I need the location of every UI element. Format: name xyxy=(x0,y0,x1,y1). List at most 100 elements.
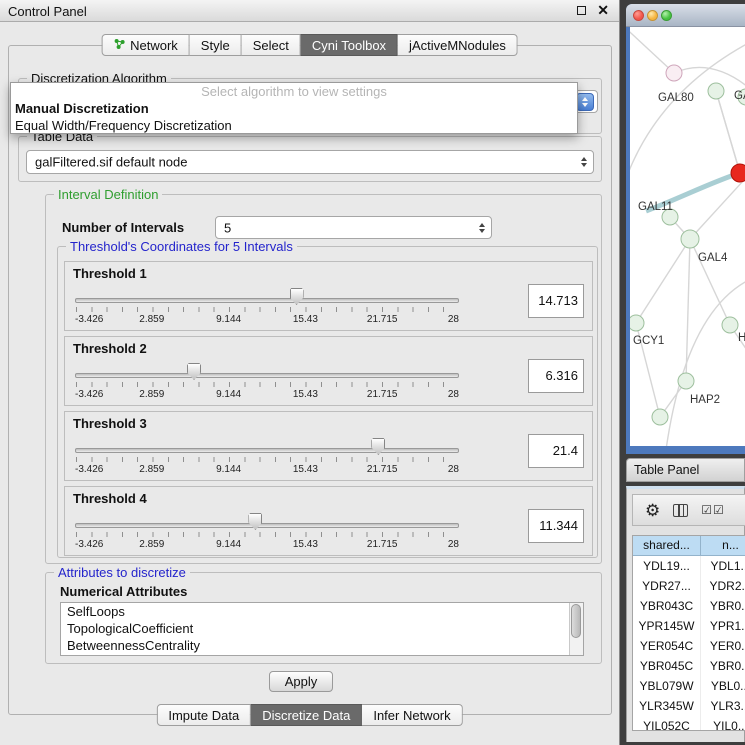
table-cell[interactable]: YBR043C xyxy=(633,596,701,616)
close-icon[interactable]: ✕ xyxy=(597,5,609,16)
control-panel-titlebar[interactable]: Control Panel ✕ xyxy=(0,0,619,22)
column-header-name[interactable]: n... xyxy=(701,536,745,556)
select-columns-icon[interactable]: ☑☑ xyxy=(701,503,725,517)
threshold-value-field[interactable]: 14.713 xyxy=(528,284,584,318)
table-row[interactable]: YBL079WYBL0... xyxy=(633,676,745,696)
network-edge[interactable] xyxy=(630,37,745,217)
network-node-label: GAL80 xyxy=(658,92,694,104)
table-cell[interactable]: YDR27... xyxy=(633,576,701,596)
zoom-traffic-light-icon[interactable] xyxy=(661,10,672,21)
table-cell[interactable]: YPR145W xyxy=(633,616,701,636)
attribute-list-item[interactable]: SelfLoops xyxy=(61,603,583,620)
network-node[interactable] xyxy=(678,373,694,389)
tab-network[interactable]: Network xyxy=(101,34,190,56)
list-scrollbar[interactable] xyxy=(569,603,583,655)
scale-label: 21.715 xyxy=(367,464,398,475)
scale-label: 2.859 xyxy=(139,314,164,325)
dropdown-item[interactable]: Equal Width/Frequency Discretization xyxy=(11,117,577,134)
column-settings-icon[interactable] xyxy=(673,504,688,517)
threshold-value-field[interactable]: 21.4 xyxy=(528,434,584,468)
slider-track[interactable] xyxy=(75,523,459,528)
attribute-list-item[interactable]: BetweennessCentrality xyxy=(61,637,583,654)
tab-cyni-toolbox[interactable]: Cyni Toolbox xyxy=(301,34,398,56)
threshold-slider[interactable]: -3.4262.8599.14415.4321.71528 xyxy=(75,361,459,403)
threshold-value-field[interactable]: 6.316 xyxy=(528,359,584,393)
combo-stepper-icon[interactable] xyxy=(576,93,594,111)
numerical-attributes-list[interactable]: SelfLoopsTopologicalCoefficientBetweenne… xyxy=(60,602,584,656)
network-node[interactable] xyxy=(731,164,745,182)
table-cell[interactable]: YIL052C xyxy=(633,716,701,731)
network-node-label: GCY1 xyxy=(633,335,664,347)
float-window-icon[interactable] xyxy=(577,6,586,15)
dropdown-placeholder: Select algorithm to view settings xyxy=(11,83,577,100)
tab-impute-data[interactable]: Impute Data xyxy=(156,704,251,726)
table-row[interactable]: YER054CYER0... xyxy=(633,636,745,656)
network-canvas[interactable]: GAL80GAGAL11GAL4GCY1HHAP2 xyxy=(630,27,745,446)
table-cell[interactable]: YBL079W xyxy=(633,676,701,696)
network-edge[interactable] xyxy=(674,67,745,87)
table-cell[interactable]: YBR0... xyxy=(701,596,745,616)
tab-style[interactable]: Style xyxy=(190,34,242,56)
table-row[interactable]: YLR345WYLR3... xyxy=(633,696,745,716)
table-cell[interactable]: YLR345W xyxy=(633,696,701,716)
slider-track[interactable] xyxy=(75,373,459,378)
table-panel-title: Table Panel xyxy=(634,463,699,477)
table-cell[interactable]: YLR3... xyxy=(701,696,745,716)
minimize-traffic-light-icon[interactable] xyxy=(647,10,658,21)
table-cell[interactable]: YIL0... xyxy=(701,716,745,731)
combo-arrows-icon xyxy=(581,157,587,167)
table-cell[interactable]: YER0... xyxy=(701,636,745,656)
network-view-window: GAL80GAGAL11GAL4GCY1HHAP2 xyxy=(626,4,745,454)
network-node[interactable] xyxy=(652,409,668,425)
scrollbar-thumb[interactable] xyxy=(571,604,581,638)
threshold-value-field[interactable]: 11.344 xyxy=(528,509,584,543)
network-node[interactable] xyxy=(681,230,699,248)
network-window-titlebar[interactable] xyxy=(626,4,745,27)
network-node[interactable] xyxy=(708,83,724,99)
table-cell[interactable]: YBL0... xyxy=(701,676,745,696)
network-edge[interactable] xyxy=(665,277,745,446)
combo-arrows-icon xyxy=(479,223,485,233)
network-edge[interactable] xyxy=(636,239,690,323)
table-row[interactable]: YDR27...YDR2... xyxy=(633,576,745,596)
slider-scale: -3.4262.8599.14415.4321.71528 xyxy=(75,314,459,326)
table-cell[interactable]: YDL19... xyxy=(633,556,701,576)
apply-button[interactable]: Apply xyxy=(269,671,333,692)
table-row[interactable]: YBR045CYBR0... xyxy=(633,656,745,676)
table-cell[interactable]: YBR0... xyxy=(701,656,745,676)
slider-track[interactable] xyxy=(75,298,459,303)
gear-icon[interactable]: ⚙ xyxy=(645,502,660,519)
column-header-shared-name[interactable]: shared... xyxy=(633,536,701,556)
threshold-slider[interactable]: -3.4262.8599.14415.4321.71528 xyxy=(75,286,459,328)
table-row[interactable]: YBR043CYBR0... xyxy=(633,596,745,616)
table-cell[interactable]: YPR1... xyxy=(701,616,745,636)
network-node[interactable] xyxy=(666,65,682,81)
table-cell[interactable]: YDR2... xyxy=(701,576,745,596)
table-row[interactable]: YDL19...YDL1... xyxy=(633,556,745,576)
node-table[interactable]: shared... n... YDL19...YDL1...YDR27...YD… xyxy=(632,535,745,731)
table-data-combobox[interactable]: galFiltered.sif default node xyxy=(26,150,594,174)
network-icon xyxy=(113,38,125,53)
table-cell[interactable]: YER054C xyxy=(633,636,701,656)
network-node[interactable] xyxy=(630,315,644,331)
network-node[interactable] xyxy=(722,317,738,333)
attribute-list-item[interactable]: TopologicalCoefficient xyxy=(61,620,583,637)
close-traffic-light-icon[interactable] xyxy=(633,10,644,21)
tab-discretize-data[interactable]: Discretize Data xyxy=(251,704,362,726)
table-row[interactable]: YPR145WYPR1... xyxy=(633,616,745,636)
threshold-slider[interactable]: -3.4262.8599.14415.4321.71528 xyxy=(75,511,459,553)
table-cell[interactable]: YBR045C xyxy=(633,656,701,676)
threshold-slider[interactable]: -3.4262.8599.14415.4321.71528 xyxy=(75,436,459,478)
network-edge[interactable] xyxy=(716,91,740,173)
table-panel-bar[interactable]: Table Panel xyxy=(626,458,745,482)
tab-jactivemnodules[interactable]: jActiveMNodules xyxy=(398,34,518,56)
tab-infer-network[interactable]: Infer Network xyxy=(362,704,462,726)
table-cell[interactable]: YDL1... xyxy=(701,556,745,576)
number-of-intervals-combobox[interactable]: 5 xyxy=(215,216,492,239)
table-row[interactable]: YIL052CYIL0... xyxy=(633,716,745,731)
slider-track[interactable] xyxy=(75,448,459,453)
dropdown-item[interactable]: Manual Discretization xyxy=(11,100,577,117)
network-edge[interactable] xyxy=(630,27,674,73)
scale-label: 21.715 xyxy=(367,539,398,550)
tab-select[interactable]: Select xyxy=(242,34,301,56)
